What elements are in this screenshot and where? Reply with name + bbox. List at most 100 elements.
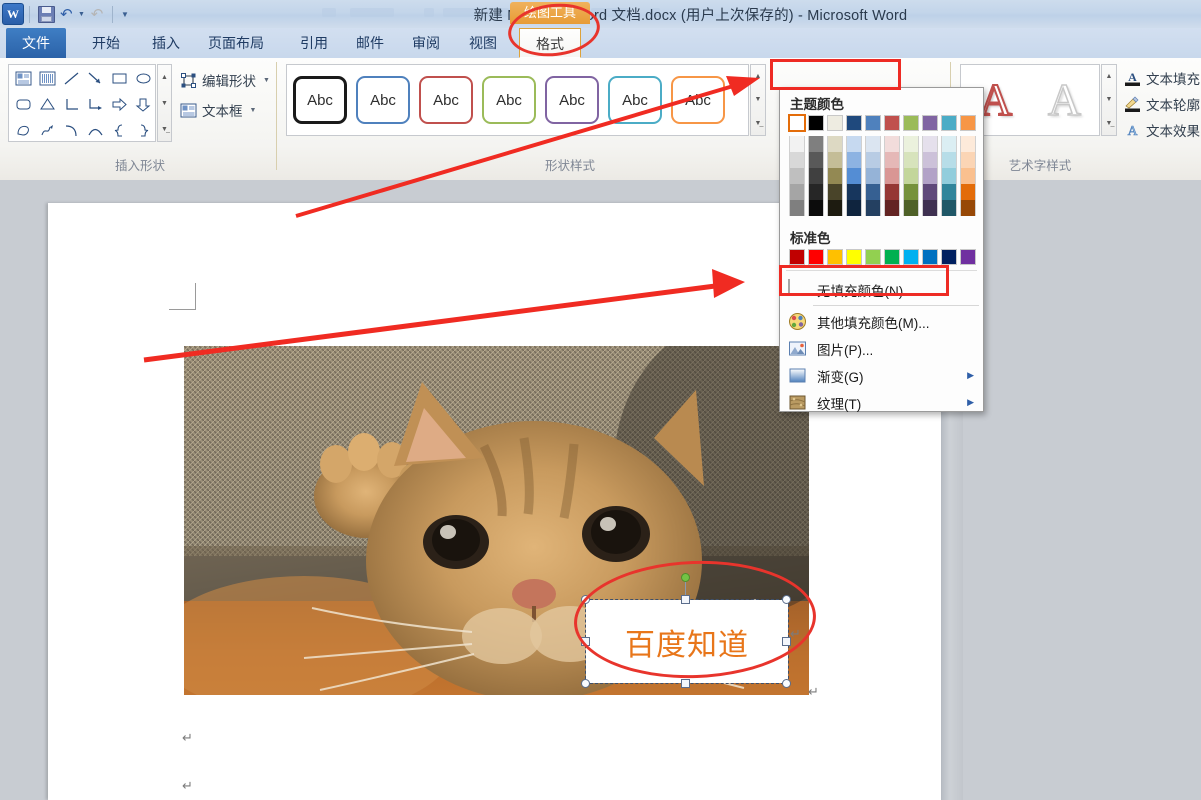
variant-swatch[interactable] [884,136,900,152]
document-canvas[interactable]: 百度知道 ↵ ↵ ↵ ↵ [0,180,1201,800]
variant-swatch[interactable] [789,152,805,168]
variant-swatch[interactable] [903,168,919,184]
shape-style-swatch[interactable]: Abc [293,76,347,124]
tab-review[interactable]: 审阅 [400,28,452,58]
tab-file[interactable]: 文件 [6,28,66,58]
variant-swatch[interactable] [941,168,957,184]
variant-swatch[interactable] [846,152,862,168]
standard-colors-grid[interactable] [780,249,983,265]
variant-swatch[interactable] [903,200,919,216]
theme-swatch-blue[interactable] [865,115,881,131]
variant-swatch[interactable] [960,184,976,200]
tab-view[interactable]: 视图 [457,28,509,58]
shape-style-swatch[interactable]: Abc [419,76,473,124]
variant-swatch[interactable] [941,136,957,152]
more-wordart-icon[interactable]: ▼̲ [1102,112,1116,135]
resize-handle-bottom-right[interactable] [782,679,791,688]
tab-format[interactable]: 格式 [519,28,581,58]
variant-swatch[interactable] [960,168,976,184]
scribble-icon[interactable] [35,118,59,142]
recently-used-textbox-icon[interactable] [11,66,35,90]
variant-swatch[interactable] [922,152,938,168]
theme-variant-column[interactable] [922,136,938,216]
theme-colors-grid[interactable] [780,114,983,216]
wordart-styles-scrollbar[interactable]: ▲ ▼ ▼̲ [1101,64,1117,136]
right-arrow-icon[interactable] [107,92,131,116]
resize-handle-bottom-left[interactable] [581,679,590,688]
menu-item-gradient[interactable]: 渐变(G) ▶ [780,362,983,389]
scroll-down-icon[interactable]: ▼ [751,88,765,111]
standard-swatch-green[interactable] [884,249,900,265]
arc-icon[interactable] [59,118,83,142]
variant-swatch[interactable] [884,152,900,168]
tab-home[interactable]: 开始 [80,28,132,58]
variant-swatch[interactable] [922,184,938,200]
variant-swatch[interactable] [865,184,881,200]
tab-mailings[interactable]: 邮件 [344,28,396,58]
theme-swatch-white[interactable] [788,114,806,132]
theme-swatch-darkblue[interactable] [846,115,862,131]
menu-item-texture[interactable]: 纹理(T) ▶ [780,389,983,416]
variant-swatch[interactable] [884,184,900,200]
tab-insert[interactable]: 插入 [140,28,192,58]
wordart-sample-gray[interactable]: A [1047,76,1082,124]
theme-swatch-aqua[interactable] [941,115,957,131]
standard-swatch-blue[interactable] [922,249,938,265]
text-outline-button[interactable]: 文本轮廓 [1124,94,1200,114]
down-arrow-icon[interactable] [131,92,155,116]
shapes-gallery[interactable] [8,64,156,142]
resize-handle-top-center[interactable] [681,595,690,604]
triangle-icon[interactable] [35,92,59,116]
right-brace-icon[interactable] [131,118,155,142]
resize-handle-top-right[interactable] [782,595,791,604]
shape-styles-gallery[interactable]: Abc Abc Abc Abc Abc Abc Abc [286,64,749,136]
theme-variant-column[interactable] [903,136,919,216]
variant-swatch[interactable] [789,168,805,184]
variant-swatch[interactable] [827,152,843,168]
text-fill-button[interactable]: A 文本填充 [1124,68,1200,88]
variant-swatch[interactable] [922,200,938,216]
shape-style-swatch[interactable]: Abc [671,76,725,124]
shape-styles-scrollbar[interactable]: ▲ ▼ ▼̲ [750,64,766,136]
standard-swatch-orange[interactable] [827,249,843,265]
variant-swatch[interactable] [808,200,824,216]
standard-swatch-darkblue[interactable] [941,249,957,265]
variant-swatch[interactable] [827,184,843,200]
theme-swatch-red[interactable] [884,115,900,131]
resize-handle-middle-left[interactable] [581,637,590,646]
resize-handle-bottom-center[interactable] [681,679,690,688]
variant-swatch[interactable] [808,168,824,184]
resize-handle-top-left[interactable] [581,595,590,604]
line-arrow-icon[interactable] [83,66,107,90]
tab-references[interactable]: 引用 [288,28,340,58]
variant-swatch[interactable] [827,168,843,184]
variant-swatch[interactable] [922,136,938,152]
variant-swatch[interactable] [884,168,900,184]
theme-swatch-green[interactable] [903,115,919,131]
left-brace-icon[interactable] [107,118,131,142]
theme-variant-column[interactable] [884,136,900,216]
variant-swatch[interactable] [846,184,862,200]
shape-fill-dropdown-menu[interactable]: 主题颜色 标准色 无填充颜色(N) 其他填充颜色(M)... 图片(P)... … [779,87,984,412]
shape-style-swatch[interactable]: Abc [608,76,662,124]
variant-swatch[interactable] [846,200,862,216]
variant-swatch[interactable] [922,168,938,184]
variant-swatch[interactable] [903,152,919,168]
variant-swatch[interactable] [960,152,976,168]
variant-swatch[interactable] [903,136,919,152]
more-shapes-icon[interactable]: ▼̲ [158,117,171,141]
freeform-icon[interactable] [11,118,35,142]
scroll-up-icon[interactable]: ▲ [1102,65,1116,88]
variant-swatch[interactable] [865,136,881,152]
variant-swatch[interactable] [941,200,957,216]
elbow-arrow-connector-icon[interactable] [83,92,107,116]
scroll-down-icon[interactable]: ▼ [158,91,171,115]
scroll-up-icon[interactable]: ▲ [158,65,171,89]
more-styles-icon[interactable]: ▼̲ [751,112,765,135]
theme-variant-column[interactable] [808,136,824,216]
variant-swatch[interactable] [941,152,957,168]
shape-style-swatch[interactable]: Abc [545,76,599,124]
line-icon[interactable] [59,66,83,90]
scroll-down-icon[interactable]: ▼ [1102,88,1116,111]
variant-swatch[interactable] [941,184,957,200]
